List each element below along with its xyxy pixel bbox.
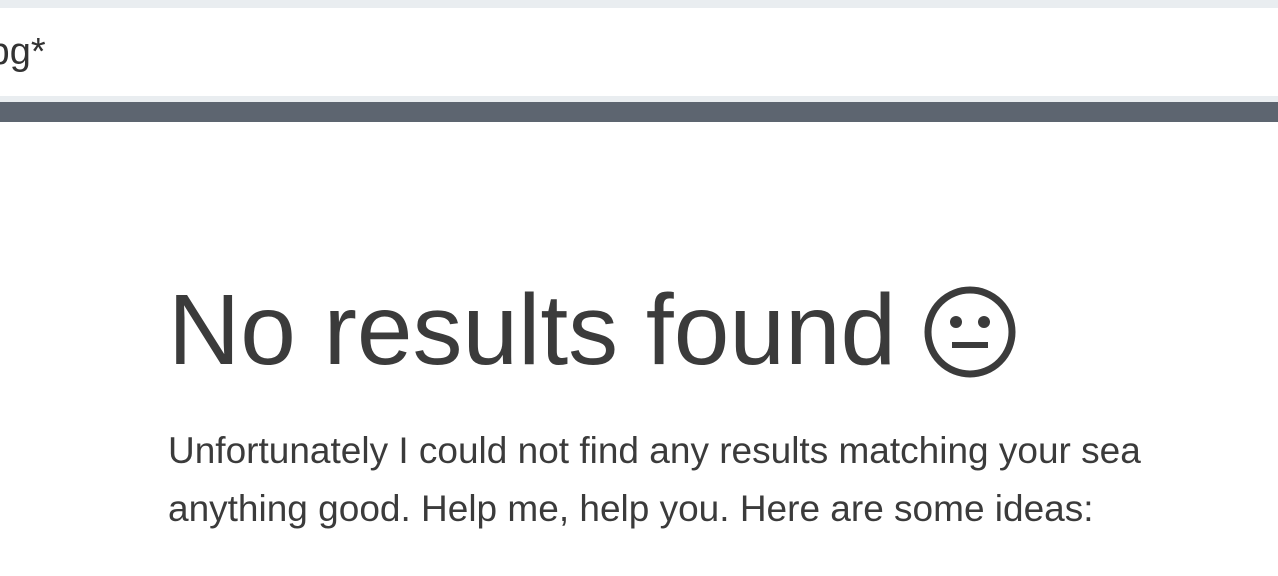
header-divider (0, 102, 1278, 122)
title-row: No results found (168, 280, 1018, 380)
search-bar (0, 8, 1278, 102)
neutral-face-icon (922, 284, 1018, 380)
top-strip (0, 0, 1278, 8)
message-line-1: Unfortunately I could not find any resul… (168, 430, 1141, 471)
page-title: No results found (168, 274, 897, 386)
no-results-message: Unfortunately I could not find any resul… (168, 422, 1278, 538)
message-line-2: anything good. Help me, help you. Here a… (168, 488, 1094, 529)
search-input[interactable] (0, 16, 1268, 88)
